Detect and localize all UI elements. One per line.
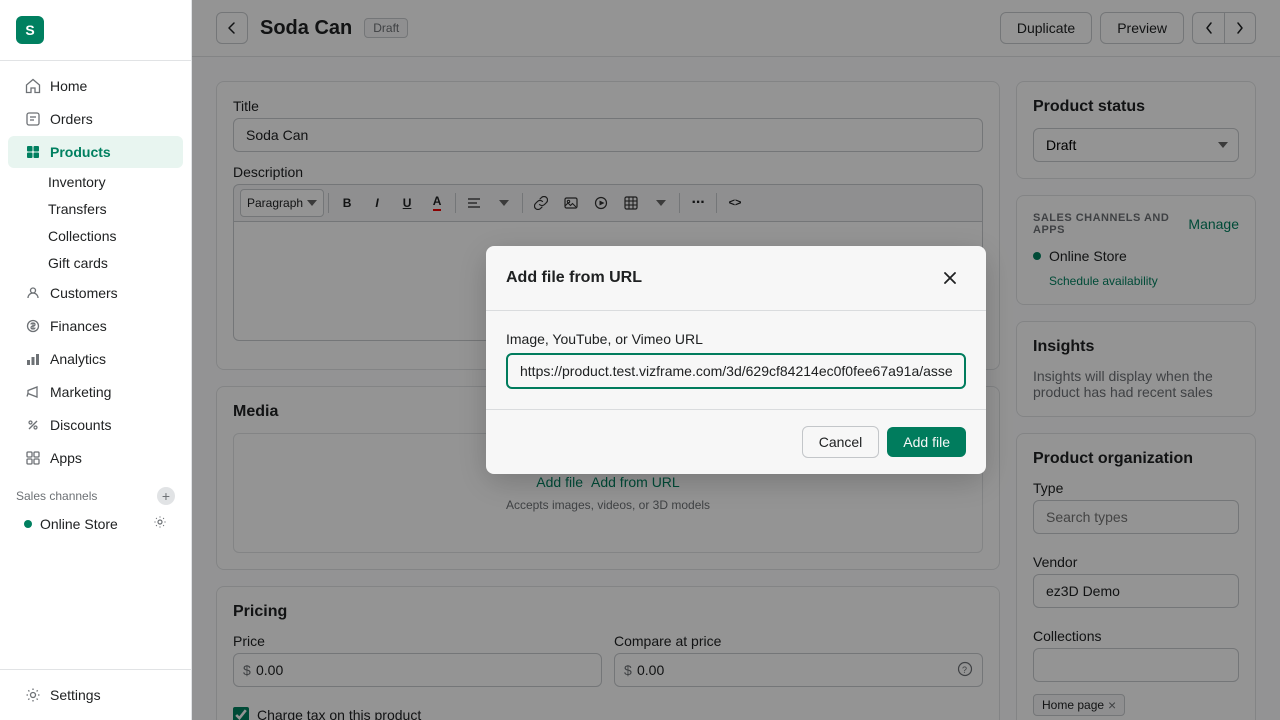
- sidebar-item-orders[interactable]: Orders: [8, 103, 183, 135]
- apps-icon: [24, 449, 42, 467]
- sidebar-item-label-settings: Settings: [50, 687, 101, 703]
- sidebar-channel-online-store[interactable]: Online Store: [8, 510, 183, 537]
- sidebar-item-customers[interactable]: Customers: [8, 277, 183, 309]
- channel-status-dot: [24, 520, 32, 528]
- modal-overlay[interactable]: Add file from URL Image, YouTube, or Vim…: [192, 0, 1280, 720]
- analytics-icon: [24, 350, 42, 368]
- modal-header: Add file from URL: [486, 246, 986, 311]
- home-icon: [24, 77, 42, 95]
- sidebar-item-label-home: Home: [50, 78, 87, 94]
- sidebar-item-label-discounts: Discounts: [50, 417, 111, 433]
- sidebar-item-label-analytics: Analytics: [50, 351, 106, 367]
- settings-gear-icon: [24, 686, 42, 704]
- sidebar-item-settings[interactable]: Settings: [8, 679, 183, 711]
- modal-body: Image, YouTube, or Vimeo URL: [486, 311, 986, 409]
- sidebar-nav: Home Orders Products Inventory Transfers: [0, 61, 191, 669]
- sidebar-logo: S: [0, 0, 191, 61]
- sidebar-subitem-collections[interactable]: Collections: [32, 223, 183, 249]
- sales-channels-section: Sales channels +: [0, 475, 191, 509]
- sidebar-subitem-label-inventory: Inventory: [48, 174, 106, 190]
- modal-title: Add file from URL: [506, 269, 642, 287]
- add-sales-channel-btn[interactable]: +: [157, 487, 175, 505]
- sidebar-item-label-marketing: Marketing: [50, 384, 111, 400]
- sidebar-item-marketing[interactable]: Marketing: [8, 376, 183, 408]
- sidebar-item-discounts[interactable]: Discounts: [8, 409, 183, 441]
- finances-icon: [24, 317, 42, 335]
- marketing-icon: [24, 383, 42, 401]
- sidebar-subitem-giftcards[interactable]: Gift cards: [32, 250, 183, 276]
- sidebar-item-analytics[interactable]: Analytics: [8, 343, 183, 375]
- sidebar-subitem-inventory[interactable]: Inventory: [32, 169, 183, 195]
- sales-channels-label: Sales channels: [16, 489, 97, 503]
- modal-close-button[interactable]: [934, 262, 966, 294]
- main-content: Soda Can Draft Duplicate Preview Title: [192, 0, 1280, 720]
- orders-icon: [24, 110, 42, 128]
- sidebar-item-home[interactable]: Home: [8, 70, 183, 102]
- sidebar-subitem-label-collections: Collections: [48, 228, 116, 244]
- add-file-modal: Add file from URL Image, YouTube, or Vim…: [486, 246, 986, 474]
- sidebar-item-label-products: Products: [50, 144, 111, 160]
- add-file-button[interactable]: Add file: [887, 427, 966, 457]
- sidebar-item-label-customers: Customers: [50, 285, 118, 301]
- sidebar-subnav-products: Inventory Transfers Collections Gift car…: [0, 169, 191, 276]
- sidebar-item-finances[interactable]: Finances: [8, 310, 183, 342]
- cancel-button[interactable]: Cancel: [802, 426, 880, 458]
- discounts-icon: [24, 416, 42, 434]
- sidebar-settings: Settings: [0, 669, 191, 720]
- modal-url-label: Image, YouTube, or Vimeo URL: [506, 331, 966, 347]
- channel-online-store-label: Online Store: [40, 516, 118, 532]
- modal-url-input[interactable]: [506, 353, 966, 389]
- sidebar-item-products[interactable]: Products: [8, 136, 183, 168]
- products-icon: [24, 143, 42, 161]
- logo-icon: S: [16, 16, 44, 44]
- sidebar: S Home Orders Products Inventory: [0, 0, 192, 720]
- sidebar-item-apps[interactable]: Apps: [8, 442, 183, 474]
- sidebar-item-label-orders: Orders: [50, 111, 93, 127]
- sidebar-item-label-apps: Apps: [50, 450, 82, 466]
- sidebar-subitem-label-transfers: Transfers: [48, 201, 107, 217]
- channel-settings-icon[interactable]: [153, 515, 167, 532]
- customers-icon: [24, 284, 42, 302]
- sidebar-subitem-label-giftcards: Gift cards: [48, 255, 108, 271]
- modal-footer: Cancel Add file: [486, 409, 986, 474]
- sidebar-item-label-finances: Finances: [50, 318, 107, 334]
- sidebar-subitem-transfers[interactable]: Transfers: [32, 196, 183, 222]
